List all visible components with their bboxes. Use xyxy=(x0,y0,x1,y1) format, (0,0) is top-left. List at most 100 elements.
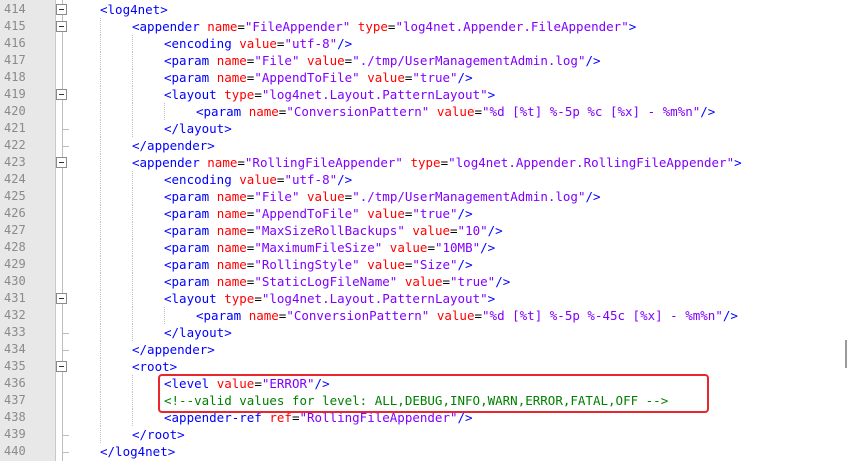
indent-guide xyxy=(100,69,132,86)
code-text: </appender> xyxy=(100,137,215,154)
code-line[interactable]: 414 <log4net> xyxy=(0,1,859,18)
code-token: <param xyxy=(164,53,217,68)
indent-guide xyxy=(132,69,164,86)
code-text: <appender name="FileAppender" type="log4… xyxy=(100,18,636,35)
fold-toggle-icon[interactable] xyxy=(56,157,67,168)
line-number: 425 xyxy=(4,189,26,203)
line-number: 420 xyxy=(4,104,26,118)
code-line[interactable]: 420 <param name = "ConversionPattern" value… xyxy=(0,103,859,120)
code-line[interactable]: 419 <layout type="log4net.Layout.PatternL… xyxy=(0,86,859,103)
code-text: <param name="ConversionPattern" value="%… xyxy=(100,103,715,120)
code-line[interactable]: 430 <param name = "StaticLogFileName" value… xyxy=(0,273,859,290)
code-line[interactable]: 417 <param name="File" value="./tmp/UserM… xyxy=(0,52,859,69)
fold-end-marker xyxy=(62,426,69,436)
line-number: 431 xyxy=(4,291,26,305)
code-line[interactable]: 428 <param name="MaximumFileSize" value="… xyxy=(0,239,859,256)
code-token: = xyxy=(474,308,483,323)
code-token: "utf-8" xyxy=(284,172,338,187)
indent-guide xyxy=(132,222,164,239)
code-token: </appender> xyxy=(132,342,215,357)
code-line[interactable]: 433 </layout> xyxy=(0,324,859,341)
code-line[interactable]: 418 <param name="AppendToFile" value="tru… xyxy=(0,69,859,86)
code-text: <param name="AppendToFile" value="true"/… xyxy=(100,69,473,86)
code-line[interactable]: 424 <encoding value="utf-8"/> xyxy=(0,171,859,188)
indent-guide xyxy=(100,273,132,290)
code-token: <encoding xyxy=(164,36,240,51)
code-text: </appender> xyxy=(100,341,215,358)
code-line[interactable]: 425 <param name="File" value="./tmp/UserM… xyxy=(0,188,859,205)
code-text: <param name="StaticLogFileName" value="t… xyxy=(100,273,510,290)
code-text: <param name="File" value="./tmp/UserMana… xyxy=(100,52,601,69)
code-line[interactable]: 421 </layout> xyxy=(0,120,859,137)
indent-guide xyxy=(100,86,132,103)
fold-toggle-icon[interactable] xyxy=(56,361,67,372)
code-token: "StaticLogFileName" xyxy=(254,274,398,289)
code-line[interactable]: 426 <param name="AppendToFile" value="tru… xyxy=(0,205,859,222)
code-text: <log4net> xyxy=(100,1,168,18)
indent-guide xyxy=(164,103,196,120)
code-token: /> xyxy=(337,172,353,187)
indent-guide xyxy=(100,188,132,205)
indent-guide xyxy=(100,103,132,120)
code-line[interactable]: 434 </appender> xyxy=(0,341,859,358)
code-text: <param name="RollingStyle" value="Size"/… xyxy=(100,256,473,273)
indent-guide xyxy=(132,120,164,137)
code-line[interactable]: 415 <appender name="FileAppender" type="l… xyxy=(0,18,859,35)
indent-guide xyxy=(132,239,164,256)
fold-toggle-icon[interactable] xyxy=(56,89,67,100)
code-text: <layout type="log4net.Layout.PatternLayo… xyxy=(100,290,495,307)
code-token: type xyxy=(410,155,441,170)
indent-guide xyxy=(132,52,164,69)
code-line[interactable]: 440 </log4net> xyxy=(0,443,859,460)
code-text: </root> xyxy=(100,426,185,443)
code-token: name xyxy=(216,53,247,68)
code-token: <param xyxy=(164,240,217,255)
line-number: 423 xyxy=(4,155,26,169)
code-line[interactable]: 439 </root> xyxy=(0,426,859,443)
indent-guide xyxy=(100,222,132,239)
code-line[interactable]: 422 </appender> xyxy=(0,137,859,154)
code-token: = xyxy=(237,155,245,170)
line-number: 438 xyxy=(4,410,26,424)
code-token: "%d [%t] %-5p %-45c [%x] - %m%n" xyxy=(482,308,723,323)
code-line[interactable]: 431 <layout type="log4net.Layout.PatternL… xyxy=(0,290,859,307)
code-token: </log4net> xyxy=(100,444,176,459)
line-number: 432 xyxy=(4,308,26,322)
code-token: = xyxy=(440,155,449,170)
code-token: "ConversionPattern" xyxy=(286,308,430,323)
code-token: "true" xyxy=(412,206,458,221)
code-text: </layout> xyxy=(100,120,232,137)
indent-guide xyxy=(100,256,132,273)
fold-toggle-icon[interactable] xyxy=(56,293,67,304)
code-line[interactable]: 416 <encoding value="utf-8"/> xyxy=(0,35,859,52)
code-token: <param xyxy=(164,70,217,85)
code-token: name xyxy=(216,274,247,289)
fold-end-marker xyxy=(62,137,69,147)
fold-toggle-icon[interactable] xyxy=(56,4,67,15)
fold-toggle-icon[interactable] xyxy=(56,21,67,32)
code-line[interactable]: 429 <param name="RollingStyle" value="Siz… xyxy=(0,256,859,273)
code-token: /> xyxy=(487,223,503,238)
line-number: 422 xyxy=(4,138,26,152)
code-token: /> xyxy=(700,104,716,119)
line-number: 419 xyxy=(4,87,26,101)
code-token: </layout> xyxy=(164,121,232,136)
code-token: /> xyxy=(480,240,496,255)
code-line[interactable]: 435 <root> xyxy=(0,358,859,375)
code-token: type xyxy=(224,291,255,306)
code-token: "log4net.Appender.FileAppender" xyxy=(395,19,629,34)
code-token: name xyxy=(216,70,247,85)
indent-guide xyxy=(100,171,132,188)
vertical-scrollbar-thumb[interactable] xyxy=(845,340,847,368)
code-token: <appender xyxy=(132,19,208,34)
code-token: = xyxy=(442,274,451,289)
code-line[interactable]: 423 <appender name="RollingFileAppender" … xyxy=(0,154,859,171)
code-token: "ConversionPattern" xyxy=(286,104,430,119)
code-line[interactable]: 427 <param name = "MaxSizeRollBackups" valu… xyxy=(0,222,859,239)
code-line[interactable]: 432 <param name = "ConversionPattern" value… xyxy=(0,307,859,324)
code-token: name xyxy=(207,19,238,34)
code-token: /> xyxy=(495,274,511,289)
code-token: value xyxy=(239,172,277,187)
